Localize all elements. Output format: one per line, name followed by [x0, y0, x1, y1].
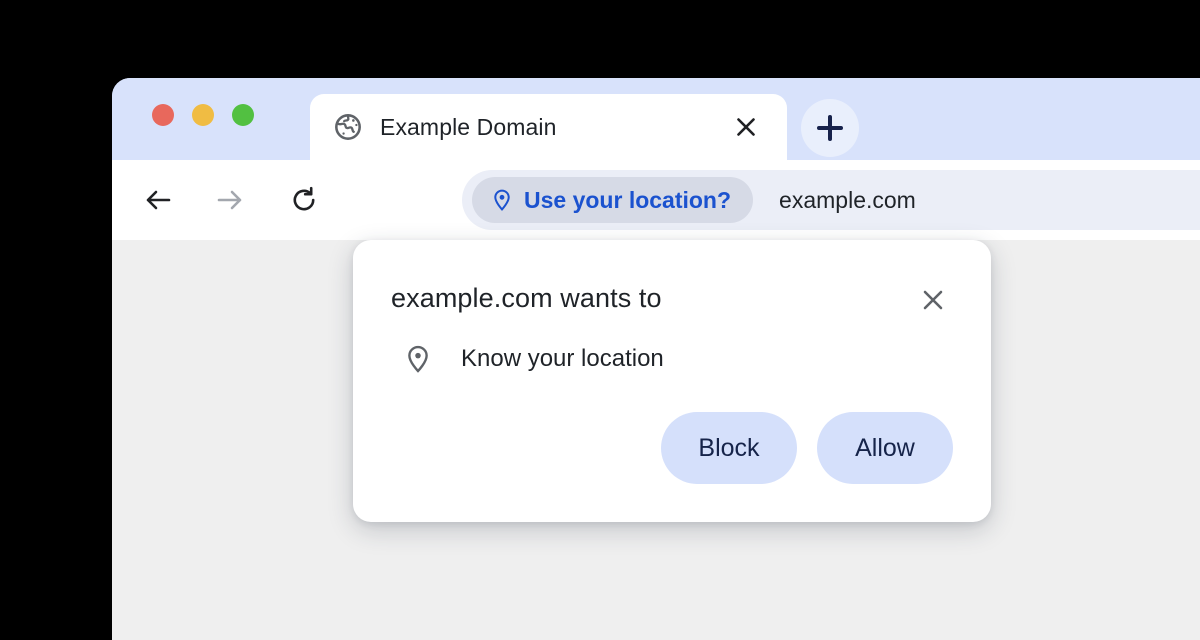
- tab-close-icon[interactable]: [729, 110, 763, 144]
- reload-icon: [293, 186, 315, 211]
- location-permission-chip-label: Use your location?: [524, 186, 732, 213]
- permission-label: Know your location: [461, 345, 664, 372]
- arrow-right-icon: [217, 190, 242, 210]
- window-traffic-lights: [152, 104, 254, 126]
- browser-tab-title: Example Domain: [380, 113, 557, 140]
- window-close-button[interactable]: [152, 104, 174, 126]
- new-tab-button[interactable]: [801, 99, 859, 157]
- block-button[interactable]: Block: [661, 412, 797, 484]
- tab-strip: Example Domain: [112, 78, 1200, 160]
- window-maximize-button[interactable]: [232, 104, 254, 126]
- arrow-left-icon: [146, 190, 171, 210]
- reload-button[interactable]: [282, 178, 326, 222]
- plus-icon: [817, 115, 843, 141]
- location-pin-outline-icon: [408, 345, 428, 373]
- browser-toolbar: Use your location? example.com: [112, 160, 1200, 240]
- address-bar[interactable]: Use your location? example.com: [462, 170, 1200, 230]
- forward-button[interactable]: [208, 178, 252, 222]
- dialog-header: example.com wants to: [391, 282, 953, 318]
- address-bar-url: example.com: [779, 186, 916, 213]
- back-button[interactable]: [136, 178, 180, 222]
- dialog-title: example.com wants to: [391, 283, 662, 313]
- dialog-close-icon[interactable]: [915, 282, 951, 318]
- globe-icon: [335, 114, 361, 140]
- dialog-actions: Block Allow: [391, 412, 953, 484]
- permission-item: Know your location: [391, 344, 953, 374]
- location-pin-icon: [494, 189, 510, 211]
- window-minimize-button[interactable]: [192, 104, 214, 126]
- screen: Example Domain Use your location? exampl…: [0, 0, 1200, 640]
- location-permission-dialog: example.com wants to Know your location …: [353, 240, 991, 522]
- location-permission-chip[interactable]: Use your location?: [472, 177, 754, 223]
- allow-button[interactable]: Allow: [817, 412, 953, 484]
- browser-tab[interactable]: Example Domain: [310, 94, 787, 160]
